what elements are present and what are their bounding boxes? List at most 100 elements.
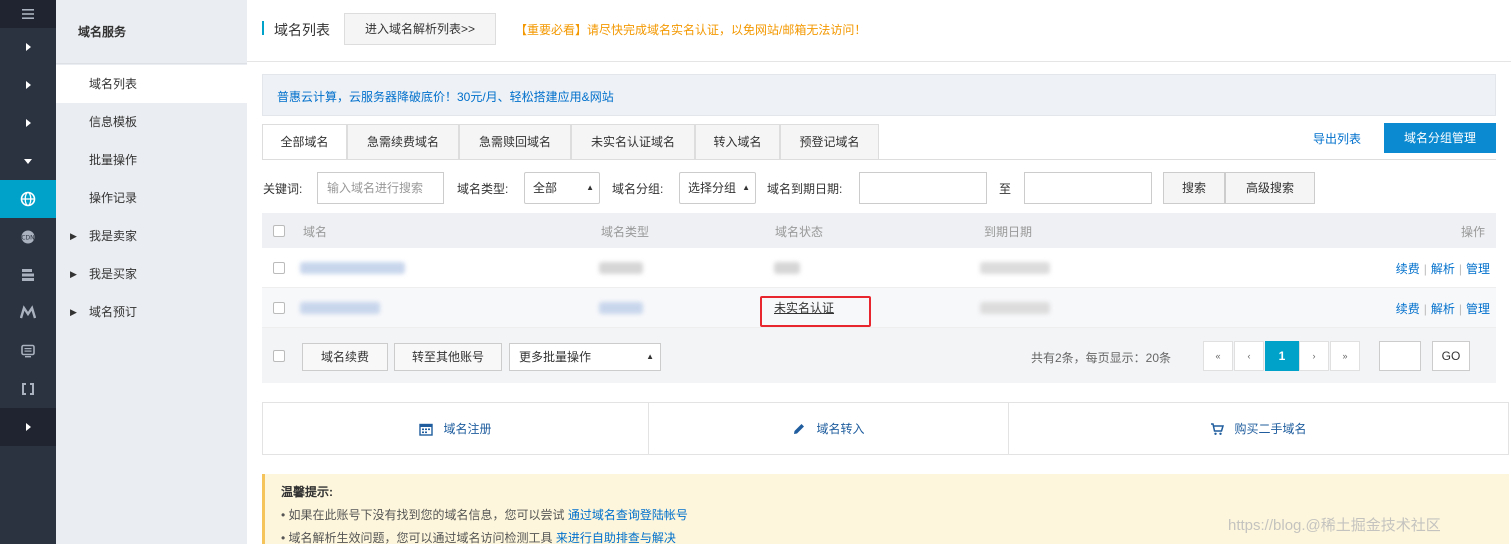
icon-rail: CDN bbox=[0, 0, 56, 544]
export-list-link[interactable]: 导出列表 bbox=[1313, 130, 1361, 147]
col-domain: 域名 bbox=[303, 225, 328, 239]
type-label: 域名类型: bbox=[457, 182, 509, 196]
select-arrows-icon: ▲ bbox=[742, 183, 750, 192]
caret-right-icon: ▶ bbox=[70, 269, 77, 279]
register-domain-button[interactable]: 域名注册 bbox=[263, 403, 649, 454]
manage-link[interactable]: 管理 bbox=[1466, 262, 1490, 276]
bracket-icon[interactable] bbox=[0, 370, 56, 408]
ops-separator: | bbox=[1458, 262, 1462, 276]
advanced-search-button[interactable]: 高级搜索 bbox=[1225, 172, 1315, 204]
tab-redeem-urgent[interactable]: 急需赎回域名 bbox=[459, 124, 571, 160]
select-arrows-icon: ▲ bbox=[646, 352, 654, 361]
subnav-item-info-template[interactable]: 信息模板 bbox=[56, 103, 247, 141]
keyword-input[interactable]: 输入域名进行搜索 bbox=[317, 172, 444, 204]
subnav-item-buyer[interactable]: ▶ 我是买家 bbox=[56, 255, 247, 293]
chevron-right-icon[interactable] bbox=[0, 104, 56, 142]
tab-preregister[interactable]: 预登记域名 bbox=[780, 124, 879, 160]
subnav-item-label: 我是卖家 bbox=[89, 229, 138, 243]
row-ops: 续费 | 解析 | 管理 bbox=[1396, 300, 1490, 317]
type-select-value: 全部 bbox=[533, 181, 558, 195]
col-status: 域名状态 bbox=[775, 225, 824, 239]
tips-title: 温馨提示: bbox=[281, 485, 333, 499]
resolve-link[interactable]: 解析 bbox=[1431, 262, 1455, 276]
redacted-domain bbox=[300, 302, 380, 314]
buy-used-domain-label: 购买二手域名 bbox=[1234, 422, 1307, 436]
next-page-button[interactable]: › bbox=[1299, 341, 1329, 371]
self-check-link[interactable]: 来进行自助排查与解决 bbox=[556, 531, 676, 544]
subnav-item-label: 信息模板 bbox=[89, 115, 138, 129]
group-select[interactable]: 选择分组 ▲ bbox=[679, 172, 756, 204]
chevron-right-icon[interactable] bbox=[0, 408, 56, 446]
subnav-item-batch[interactable]: 批量操作 bbox=[56, 141, 247, 179]
tab-all-domains[interactable]: 全部域名 bbox=[262, 124, 347, 160]
subnav-title: 域名服务 bbox=[56, 0, 247, 64]
promo-link[interactable]: 普惠云计算，云服务器降破底价！30元/月、轻松搭建应用&网站 bbox=[277, 88, 614, 105]
expire-label: 域名到期日期: bbox=[767, 182, 843, 196]
row-checkbox[interactable] bbox=[273, 302, 285, 314]
go-button[interactable]: GO bbox=[1432, 341, 1470, 371]
transfer-account-button[interactable]: 转至其他账号 bbox=[394, 343, 502, 371]
transfer-in-button[interactable]: 域名转入 bbox=[649, 403, 1009, 454]
expire-end-input[interactable] bbox=[1024, 172, 1152, 204]
monitor-icon[interactable] bbox=[0, 332, 56, 370]
svg-text:CDN: CDN bbox=[21, 235, 34, 242]
menu-icon[interactable] bbox=[0, 0, 56, 28]
group-select-value: 选择分组 bbox=[688, 181, 737, 195]
select-all-checkbox[interactable] bbox=[273, 225, 285, 237]
dns-list-button[interactable]: 进入域名解析列表>> bbox=[344, 13, 496, 45]
m-logo-icon[interactable] bbox=[0, 294, 56, 332]
pagination-summary: 共有2条，每页显示：20条 bbox=[1031, 351, 1172, 365]
tab-transfer-in[interactable]: 转入域名 bbox=[695, 124, 780, 160]
realname-notice: 【重要必看】请尽快完成域名实名认证，以免网站/邮箱无法访问！ bbox=[515, 23, 867, 37]
ops-separator: | bbox=[1458, 302, 1462, 316]
type-select[interactable]: 全部 ▲ bbox=[524, 172, 600, 204]
redacted-expire bbox=[980, 262, 1050, 274]
manage-link[interactable]: 管理 bbox=[1466, 302, 1490, 316]
row-checkbox[interactable] bbox=[273, 262, 285, 274]
server-stack-icon[interactable] bbox=[0, 256, 56, 294]
expire-start-input[interactable] bbox=[859, 172, 987, 204]
caret-right-icon: ▶ bbox=[70, 231, 77, 241]
more-batch-select[interactable]: 更多批量操作 ▲ bbox=[509, 343, 661, 371]
buy-used-domain-button[interactable]: 购买二手域名 bbox=[1009, 403, 1508, 454]
chevron-down-icon[interactable] bbox=[0, 142, 56, 180]
group-label: 域名分组: bbox=[612, 182, 664, 196]
subnav-item-label: 批量操作 bbox=[89, 153, 138, 167]
redacted-type bbox=[599, 302, 643, 314]
quick-actions: 域名注册 域名转入 购买二手域名 bbox=[262, 402, 1509, 455]
renew-link[interactable]: 续费 bbox=[1396, 302, 1420, 316]
chevron-right-icon[interactable] bbox=[0, 66, 56, 104]
subnav-item-oplog[interactable]: 操作记录 bbox=[56, 179, 247, 217]
subnav-item-seller[interactable]: ▶ 我是卖家 bbox=[56, 217, 247, 255]
main-content: 域名列表 进入域名解析列表>> 【重要必看】请尽快完成域名实名认证，以免网站/邮… bbox=[247, 0, 1511, 544]
prev-page-button[interactable]: ‹ bbox=[1234, 341, 1264, 371]
promo-banner: 普惠云计算，云服务器降破底价！30元/月、轻松搭建应用&网站 bbox=[262, 74, 1496, 116]
subnav-item-domain-list[interactable]: 域名列表 bbox=[56, 65, 247, 103]
footer-select-all-checkbox[interactable] bbox=[273, 350, 285, 362]
last-page-button[interactable]: » bbox=[1330, 341, 1360, 371]
group-manage-button[interactable]: 域名分组管理 bbox=[1384, 123, 1496, 153]
calendar-icon bbox=[419, 423, 434, 436]
cdn-icon[interactable]: CDN bbox=[0, 218, 56, 256]
caret-right-icon: ▶ bbox=[70, 307, 77, 317]
register-domain-label: 域名注册 bbox=[443, 422, 492, 436]
search-button[interactable]: 搜索 bbox=[1163, 172, 1225, 204]
subnav-item-reserve[interactable]: ▶ 域名预订 bbox=[56, 293, 247, 331]
highlight-box bbox=[760, 296, 871, 327]
renew-link[interactable]: 续费 bbox=[1396, 262, 1420, 276]
select-arrows-icon: ▲ bbox=[586, 183, 594, 192]
resolve-link[interactable]: 解析 bbox=[1431, 302, 1455, 316]
domain-table: 域名 域名类型 域名状态 到期日期 操作 续费 | 解析 | 管理 未实名认证 续费 | 解… bbox=[262, 213, 1496, 383]
subnav-item-label: 域名列表 bbox=[89, 77, 138, 91]
chevron-right-icon[interactable] bbox=[0, 28, 56, 66]
tab-renew-urgent[interactable]: 急需续费域名 bbox=[347, 124, 459, 160]
current-page[interactable]: 1 bbox=[1265, 341, 1299, 371]
lookup-account-link[interactable]: 通过域名查询登陆帐号 bbox=[568, 508, 688, 522]
batch-renew-button[interactable]: 域名续费 bbox=[302, 343, 388, 371]
pencil-icon bbox=[794, 423, 805, 434]
first-page-button[interactable]: « bbox=[1203, 341, 1233, 371]
tab-unverified[interactable]: 未实名认证域名 bbox=[571, 124, 695, 160]
page-jump-input[interactable] bbox=[1379, 341, 1421, 371]
col-ops: 操作 bbox=[1461, 225, 1486, 239]
globe-icon[interactable] bbox=[0, 180, 56, 218]
